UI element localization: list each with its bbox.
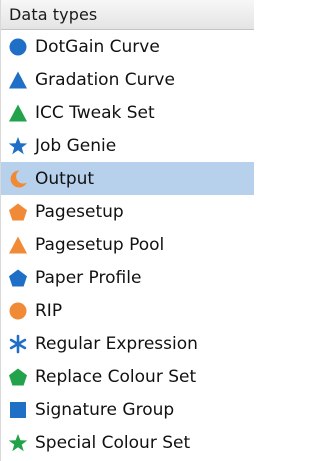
list-item[interactable]: Job Genie xyxy=(1,129,254,162)
list-item-label: Job Genie xyxy=(35,135,117,156)
list-item-label: ICC Tweak Set xyxy=(35,102,155,123)
pentagon-icon xyxy=(7,267,29,289)
asterisk-icon xyxy=(7,333,29,355)
list-item[interactable]: Output xyxy=(1,162,254,195)
list-item-label: Replace Colour Set xyxy=(35,366,197,387)
list-item[interactable]: Pagesetup xyxy=(1,195,254,228)
data-types-panel: Data types DotGain Curve Gradation Curve I… xyxy=(0,0,254,461)
circle-icon xyxy=(7,36,29,58)
header-title: Data types xyxy=(9,5,98,24)
pentagon-icon xyxy=(7,201,29,223)
list-item[interactable]: Pagesetup Pool xyxy=(1,228,254,261)
star-icon xyxy=(7,135,29,157)
list-item-label: Output xyxy=(35,168,95,189)
list-item[interactable]: Replace Colour Set xyxy=(1,360,254,393)
triangle-icon xyxy=(7,234,29,256)
list-item-label: Pagesetup Pool xyxy=(35,234,165,255)
list-item-label: Pagesetup xyxy=(35,201,124,222)
data-types-header[interactable]: Data types xyxy=(1,0,254,30)
star-icon xyxy=(7,432,29,454)
list-item-label: RIP xyxy=(35,300,63,321)
list-item[interactable]: RIP xyxy=(1,294,254,327)
circle-icon xyxy=(7,300,29,322)
list-item[interactable]: Special Colour Set xyxy=(1,426,254,459)
pentagon-icon xyxy=(7,366,29,388)
list-item-label: DotGain Curve xyxy=(35,36,160,57)
triangle-icon xyxy=(7,69,29,91)
square-icon xyxy=(7,399,29,421)
list-item-label: Paper Profile xyxy=(35,267,142,288)
list-item[interactable]: DotGain Curve xyxy=(1,30,254,63)
list-item[interactable]: Gradation Curve xyxy=(1,63,254,96)
list-item[interactable]: Signature Group xyxy=(1,393,254,426)
list-item-label: Gradation Curve xyxy=(35,69,175,90)
data-types-list: DotGain Curve Gradation Curve ICC Tweak Se… xyxy=(1,30,254,459)
list-item-label: Special Colour Set xyxy=(35,432,191,453)
list-item[interactable]: Regular Expression xyxy=(1,327,254,360)
triangle-icon xyxy=(7,102,29,124)
list-item-label: Signature Group xyxy=(35,399,175,420)
list-item[interactable]: Paper Profile xyxy=(1,261,254,294)
list-item[interactable]: ICC Tweak Set xyxy=(1,96,254,129)
list-item-label: Regular Expression xyxy=(35,333,198,354)
crescent-icon xyxy=(7,168,29,190)
